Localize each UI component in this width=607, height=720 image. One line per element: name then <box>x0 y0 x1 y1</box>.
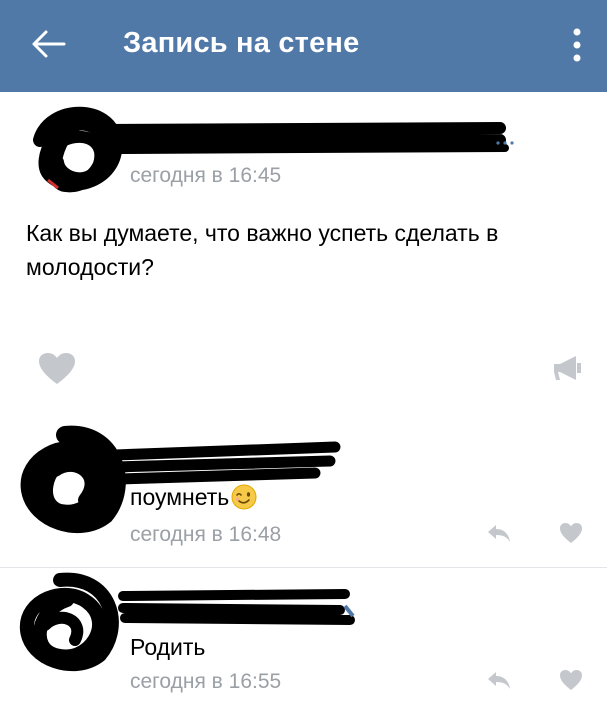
redacted-comment-author-1 <box>20 425 341 533</box>
comment-text: Родить <box>130 634 206 660</box>
comment-timestamp: сегодня в 16:48 <box>130 523 282 546</box>
comment-reply-arrow-icon[interactable] <box>486 523 512 543</box>
comment-like-heart-icon[interactable] <box>559 669 583 691</box>
post-timestamp: сегодня в 16:45 <box>130 164 282 187</box>
comment-like-heart-icon[interactable] <box>559 522 583 544</box>
post-text: Как вы думаете, что важно успеть сделать… <box>26 220 499 280</box>
top-bar: Запись на стене <box>0 0 607 92</box>
more-options-icon[interactable] <box>570 26 584 64</box>
post-like-heart-icon[interactable] <box>38 352 76 386</box>
comment-reply-arrow-icon[interactable] <box>486 670 512 690</box>
page-title: Запись на стене <box>123 27 360 59</box>
back-arrow-icon[interactable] <box>30 28 66 60</box>
name-ellipsis <box>496 141 514 145</box>
post-share-megaphone-icon[interactable] <box>552 354 582 382</box>
comment-timestamp: сегодня в 16:55 <box>130 670 282 693</box>
comment-text: поумнеть <box>130 484 257 511</box>
winking-face-emoji-icon <box>231 484 257 510</box>
comment-divider <box>0 567 607 568</box>
